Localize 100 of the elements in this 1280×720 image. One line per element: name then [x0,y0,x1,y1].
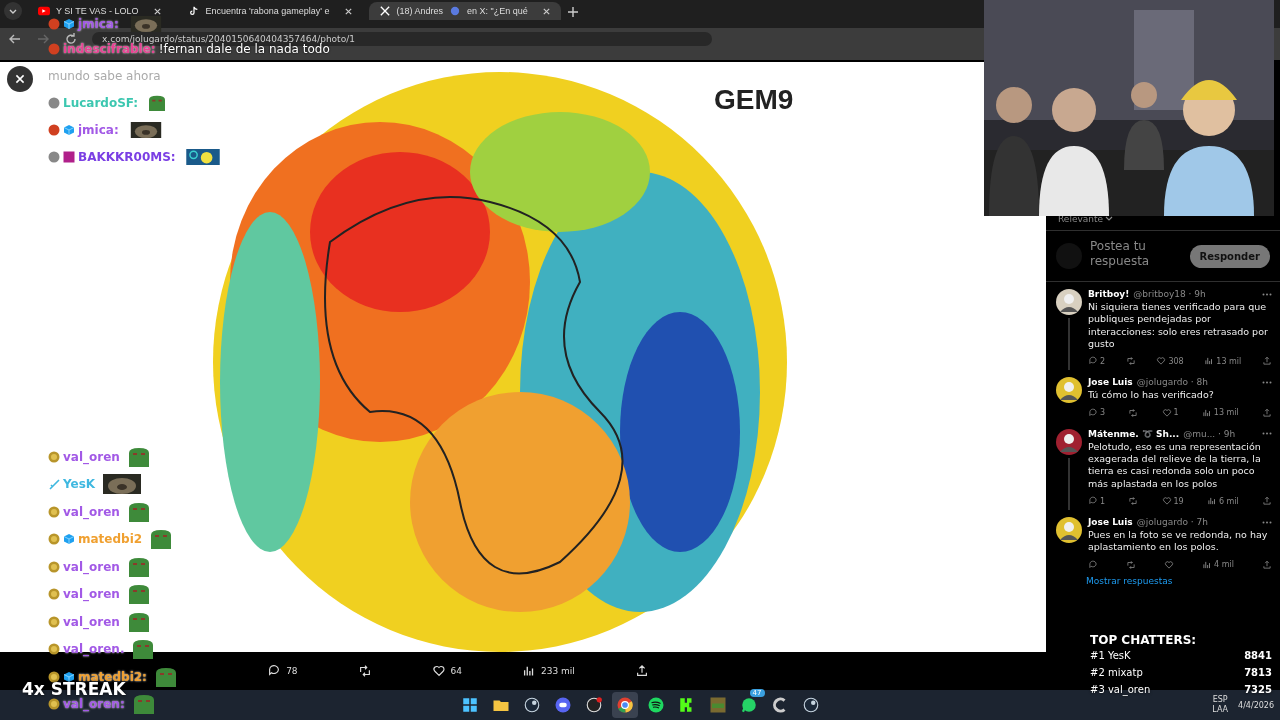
cube-icon [63,533,75,546]
language-label[interactable]: ESP [1212,695,1228,705]
sort-dropdown[interactable]: Relevante [1058,214,1104,224]
windows-icon [460,696,479,714]
more-icon[interactable] [1262,520,1272,524]
chatter-score: 7325 [1244,684,1272,695]
dot-icon [48,150,60,163]
author-name[interactable]: Jose Luis [1088,377,1133,388]
coin-icon [48,588,60,601]
taskbar-app[interactable] [611,692,638,718]
close-icon[interactable] [343,6,353,16]
chat-username: LucardoSF: [63,95,139,110]
more-icon[interactable] [1262,292,1272,296]
coin-icon [48,450,60,463]
tab-list-button[interactable] [4,2,22,20]
action-count: 78 [286,666,298,676]
dot-icon [48,96,60,109]
reply-count: 1 [1100,496,1106,506]
reply-count: 3 [1100,408,1106,418]
emote-icon [149,529,174,550]
discord-icon [553,696,572,714]
dot-icon [48,17,60,30]
coin-icon [48,505,60,518]
dot-icon [48,43,60,55]
tweet-text: Tú cómo lo has verificado? [1088,389,1215,402]
browser-tab[interactable]: (18) Andres en X: "¿En qué [368,2,561,20]
spotify-icon [646,696,665,714]
view-count: 13 mil [1213,408,1239,418]
coin-icon [48,698,60,711]
action-count: 64 [450,666,463,676]
chat-username: val_oren [63,504,120,519]
reply-input[interactable]: Postea tu respuesta [1090,239,1182,273]
close-icon[interactable] [152,6,162,16]
x-icon [378,6,391,16]
view-count: 6 mil [1218,496,1239,506]
coin-icon [48,533,60,546]
steam-icon [801,696,820,714]
chat-message: mundo sabe ahora [48,68,161,83]
steam-icon [522,696,541,714]
emote-icon [131,639,156,660]
avatar[interactable] [1056,377,1082,404]
author-name[interactable]: Britboy! [1088,289,1130,299]
image-label: GEM9 [714,84,794,116]
chat-username: YesK [63,477,96,492]
leaderboard-title: TOP CHATTERS: [1090,633,1198,647]
close-icon [14,73,26,85]
avatar[interactable] [1056,428,1082,455]
action-count: 233 mil [541,666,575,676]
reply-button[interactable]: Responder [1189,244,1270,268]
like-count: 1 [1173,408,1179,418]
chatter-name: #1 YesK [1090,650,1131,661]
author-name[interactable]: Mátenme. ➰ Sh... [1088,428,1180,439]
chatter-name: #2 mixatp [1090,667,1143,678]
game-icon [708,696,727,714]
author-name[interactable]: Jose Luis [1088,517,1133,528]
chat-username: jmica: [78,122,119,137]
back-icon[interactable] [8,32,22,46]
like-count: 19 [1173,496,1184,506]
repost-icon[interactable] [357,664,372,678]
globe-icon [449,6,462,16]
cube-icon [63,17,75,30]
date-label[interactable]: 4/4/2026 [1238,700,1274,710]
reply-count: 2 [1100,356,1106,366]
chatter-name: #3 val_oren [1090,684,1151,695]
cube-icon [63,123,75,136]
author-handle: @jolugardo · 8h [1136,377,1208,388]
coin-icon [48,670,60,683]
tweet-text: Pelotudo, eso es una representación exagerada del relieve de la tierra, la tierra es casi redonda solo un poco más aplastada en los polos [1088,440,1262,491]
layout-label[interactable]: LAA [1212,705,1229,715]
video-icon [38,6,50,16]
chat-username: val_oren [63,614,120,629]
share-icon[interactable] [634,664,649,678]
show-replies-link[interactable]: Mostrar respuestas [1046,573,1280,588]
chat-username: val_oren: [63,697,125,712]
note-icon [187,6,200,16]
chat-username: val_oren [63,559,120,574]
sword-icon [48,478,60,491]
avatar[interactable] [1056,289,1082,315]
more-icon[interactable] [1262,432,1272,436]
obs-icon [584,696,603,714]
more-icon[interactable] [1262,380,1272,384]
coin-icon [48,560,60,573]
whatsapp-icon [739,696,758,714]
avatar[interactable] [1056,517,1082,544]
close-icon[interactable] [541,6,551,16]
tweet-text: Ni siquiera tienes verificado para que publiques pendejadas por interacciones: solo eres retrasado por gusto [1088,301,1269,351]
author-handle: @britboy18 · 9h [1133,289,1206,299]
tweet-text: Pues en la foto se ve redonda, no hay aplastamiento en los polos. [1088,529,1269,554]
chat-username: matedbi2 [78,532,143,547]
heart-icon[interactable] [431,664,446,678]
chatter-score: 7813 [1244,667,1272,678]
chrome-icon [615,696,634,714]
emote-icon [102,474,143,495]
browser-tab[interactable]: Encuentra 'rabona gameplay' e [177,2,363,20]
dot-icon [48,123,60,136]
chatter-score: 8841 [1244,650,1272,661]
view-count: 4 mil [1214,560,1234,570]
new-tab-icon[interactable] [566,6,579,18]
reply-icon[interactable] [267,664,282,678]
chat-username: val_oren [63,449,120,464]
